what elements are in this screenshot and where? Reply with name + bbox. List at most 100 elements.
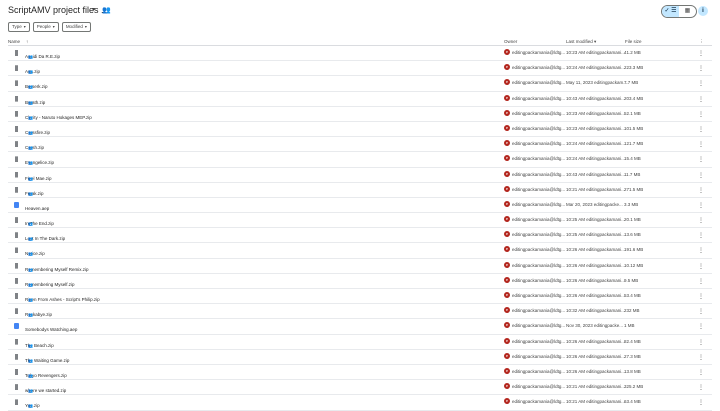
more-options-icon[interactable]: ⋮: [698, 247, 704, 254]
file-list: Asaidi Da R.E.zip 👥 e editingpackamania@ldt…: [8, 46, 712, 411]
file-row[interactable]: Remembering Myself.zip 👥 e editingpackamani…: [8, 274, 712, 289]
file-row[interactable]: In The End.zip 👥 e editingpackamania@ldtg..…: [8, 213, 712, 229]
owner: editingpackamania@ldtg...: [512, 308, 566, 314]
more-options-icon[interactable]: ⋮: [698, 339, 704, 346]
more-options-icon[interactable]: ⋮: [698, 50, 704, 57]
owner: editingpackamania@ldtg...: [512, 186, 566, 192]
column-name[interactable]: Name: [8, 39, 20, 44]
more-options-icon[interactable]: ⋮: [698, 278, 704, 285]
owner: editingpackamania@ldtg...: [512, 65, 566, 71]
info-icon[interactable]: i: [698, 6, 708, 16]
more-options-icon[interactable]: ⋮: [698, 187, 704, 194]
filter-type-chip[interactable]: Type ▾: [8, 22, 30, 32]
more-options-icon[interactable]: ⋮: [698, 293, 704, 300]
avatar: e: [504, 109, 510, 116]
chip-label: People: [36, 24, 51, 29]
file-size: 121.7 MB: [624, 141, 644, 147]
more-options-icon[interactable]: ⋮: [698, 263, 704, 270]
last-modified: 10:26 AM editingpackamani...: [566, 247, 626, 253]
last-modified: 10:21 AM editingpackamani...: [566, 399, 626, 405]
filter-chips: Type ▾ People ▾ Modified ▾: [8, 22, 91, 32]
file-row[interactable]: where we started.zip 👥 e editingpackamania@…: [8, 380, 712, 396]
zip-file-icon: [15, 80, 18, 87]
grid-view-button[interactable]: ▦: [679, 6, 696, 17]
last-modified: 10:24 AM editingpackamani...: [566, 156, 626, 162]
more-options-icon[interactable]: ⋮: [698, 369, 704, 376]
last-modified: Nov 30, 2023 editingpacke...: [566, 323, 624, 329]
avatar: e: [504, 398, 510, 405]
avatar: e: [504, 276, 510, 283]
zip-file-icon: [15, 141, 18, 148]
more-options-icon[interactable]: ⋮: [698, 232, 704, 239]
more-options-icon[interactable]: ⋮: [698, 308, 704, 315]
file-row[interactable]: Fivel Mae.zip 👥 e editingpackamania@ldtg...…: [8, 168, 712, 183]
zip-file-icon: [15, 293, 18, 299]
shared-icon: 👥: [28, 281, 33, 287]
more-options-icon[interactable]: ⋮: [698, 323, 704, 330]
more-options-icon[interactable]: ⋮: [698, 399, 704, 406]
file-row[interactable]: Asaidi Da R.E.zip 👥 e editingpackamania@ldt…: [8, 46, 712, 62]
sort-arrow-icon[interactable]: ↑: [26, 39, 28, 44]
last-modified: 10:43 AM editingpackamani...: [566, 95, 626, 101]
file-row[interactable]: Berserk.zip 👥 e editingpackamania@ldtg... Ma…: [8, 76, 712, 92]
file-row[interactable]: Heaven.aep e editingpackamania@ldtg... Mar …: [8, 198, 712, 214]
avatar: e: [504, 94, 510, 101]
more-options-icon[interactable]: ⋮: [698, 65, 704, 72]
file-row[interactable]: Remembering Myself Remix.zip 👥 e editingpac…: [8, 259, 712, 274]
more-options-icon[interactable]: ⋮: [698, 126, 704, 133]
file-size: 53.4 MB: [624, 293, 641, 298]
file-row[interactable]: Clarity - Naruto Hokages MEP.zip 👥 e editin…: [8, 107, 712, 122]
more-options-icon[interactable]: ⋮: [698, 354, 704, 361]
more-options-icon[interactable]: ⋮: [698, 96, 704, 103]
more-options-icon[interactable]: ⋮: [698, 172, 704, 179]
more-options-icon[interactable]: ⋮: [698, 80, 704, 87]
filter-modified-chip[interactable]: Modified ▾: [61, 22, 91, 32]
shared-icon: 👥: [28, 342, 33, 348]
file-row[interactable]: The Beach.zip 👥 e editingpackamania@ldtg...…: [8, 335, 712, 350]
file-row[interactable]: Crush.zip 👥 e editingpackamania@ldtg... 10:2…: [8, 137, 712, 153]
file-row[interactable]: Breath.zip 👥 e editingpackamania@ldtg... 10:…: [8, 92, 712, 107]
owner: editingpackamania@ldtg...: [512, 399, 566, 405]
last-modified: 10:25 AM editingpackamani...: [566, 232, 626, 238]
file-row[interactable]: Arts.zip 👥 e editingpackamania@ldtg... 10:24…: [8, 61, 712, 77]
file-row[interactable]: Lost In The Dark.zip 👥 e editingpackamania@…: [8, 228, 712, 244]
file-row[interactable]: The Waiting Game.zip 👥 e editingpackamania@…: [8, 350, 712, 365]
more-options-icon[interactable]: ⋮: [698, 202, 704, 209]
file-row[interactable]: Freak.zip 👥 e editingpackamania@ldtg... 10:2…: [8, 183, 712, 198]
file-row[interactable]: Evangelice.zip 👥 e editingpackamania@ldtg..…: [8, 152, 712, 168]
shared-icon: 👥: [28, 129, 33, 135]
file-size: 191.6 MB: [624, 247, 644, 253]
avatar: e: [504, 231, 510, 238]
avatar: e: [504, 64, 510, 71]
last-modified: 10:23 AM editingpackamani...: [566, 110, 626, 116]
last-modified: 10:26 AM editingpackamani...: [566, 338, 626, 344]
chevron-down-icon[interactable]: ▾: [92, 6, 95, 13]
file-row[interactable]: Somebodys Watching.aep e editingpackamania…: [8, 319, 712, 335]
owner: editingpackamania@ldtg...: [512, 247, 566, 253]
shared-icon: 👥: [28, 54, 33, 59]
owner: editingpackamania@ldtg...: [512, 125, 566, 131]
file-row[interactable]: Tokyo Revengers.zip 👥 e editingpackamania@l…: [8, 365, 712, 381]
more-options-icon[interactable]: ⋮: [698, 384, 704, 391]
owner: editingpackamania@ldtg...: [512, 110, 566, 116]
avatar: e: [504, 216, 510, 223]
more-options-icon[interactable]: ⋮: [698, 111, 704, 118]
list-view-button[interactable]: ✓ ☰: [662, 6, 679, 17]
file-row[interactable]: Notice.zip 👥 e editingpackamania@ldtg... 10:…: [8, 243, 712, 259]
more-options-icon[interactable]: ⋮: [698, 141, 704, 148]
file-size: 20.1 MB: [624, 217, 641, 223]
zip-file-icon: [15, 308, 18, 315]
more-options-icon[interactable]: ⋮: [698, 156, 704, 163]
column-owner[interactable]: Owner: [504, 39, 517, 44]
filter-people-chip[interactable]: People ▾: [32, 22, 59, 32]
zip-file-icon: [15, 247, 18, 254]
zip-file-icon: [15, 353, 18, 360]
file-row[interactable]: Crossfire.zip 👥 e editingpackamania@ldtg...…: [8, 122, 712, 138]
file-name-text: Clarity - Naruto Hokages MEP.zip: [25, 114, 92, 120]
more-options-icon[interactable]: ⋮: [698, 217, 704, 224]
chip-label: Modified: [65, 24, 83, 29]
column-file-size[interactable]: File size: [625, 39, 642, 44]
file-row[interactable]: You.zip 👥 e editingpackamania@ldtg... 10:21 …: [8, 395, 712, 411]
file-row[interactable]: Risen From Ashes - Script's Philip.zip 👥 e…: [8, 289, 712, 305]
file-row[interactable]: Rockabye.zip 👥 e editingpackamania@ldtg... 1…: [8, 304, 712, 320]
